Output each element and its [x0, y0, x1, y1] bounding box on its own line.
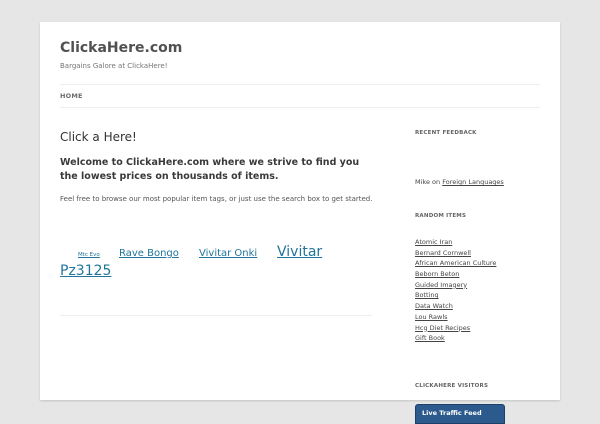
live-traffic-feed-label: Live Traffic Feed [422, 409, 482, 417]
site-description: Bargains Galore at ClickaHere! [60, 62, 168, 70]
browse-text: Feel free to browse our most popular ite… [60, 195, 373, 203]
feedback-item: Mike on Foreign Languages [415, 178, 504, 186]
random-items-heading: RANDOM ITEMS [415, 213, 467, 219]
main-navigation: HOME [60, 84, 540, 108]
random-item-link[interactable]: Botting [415, 291, 496, 302]
random-items-list: Atomic Iran Bernard Cornwell African Ame… [415, 238, 496, 345]
nav-home-link[interactable]: HOME [60, 92, 83, 100]
page-container: ClickaHere.com Bargains Galore at Clicka… [40, 22, 560, 424]
random-item-link[interactable]: Hcg Diet Recipes [415, 324, 496, 335]
site-title[interactable]: ClickaHere.com [60, 40, 182, 56]
random-item-link[interactable]: Bernard Cornwell [415, 249, 496, 260]
recent-feedback-heading: RECENT FEEDBACK [415, 130, 477, 136]
random-item-link[interactable]: Data Watch [415, 302, 496, 313]
random-item-link[interactable]: Gift Book [415, 334, 496, 345]
feedback-post-link[interactable]: Foreign Languages [442, 178, 504, 186]
live-traffic-feed-widget[interactable]: Live Traffic Feed [415, 404, 505, 424]
random-item-link[interactable]: Guided Imagery [415, 281, 496, 292]
page-title: Click a Here! [60, 130, 137, 144]
feedback-on-text: on [432, 178, 441, 186]
random-item-link[interactable]: Beborn Beton [415, 270, 496, 281]
visitors-heading: CLICKAHERE VISITORS [415, 383, 489, 389]
random-item-link[interactable]: Atomic Iran [415, 238, 496, 249]
tag-link-vivitar-pz3125[interactable]: Vivitar Pz3125 [60, 243, 360, 281]
feedback-author: Mike [415, 178, 430, 186]
entry-divider [60, 315, 372, 316]
welcome-text: Welcome to ClickaHere.com where we striv… [60, 157, 360, 182]
random-item-link[interactable]: African American Culture [415, 259, 496, 270]
random-item-link[interactable]: Lou Rawls [415, 313, 496, 324]
